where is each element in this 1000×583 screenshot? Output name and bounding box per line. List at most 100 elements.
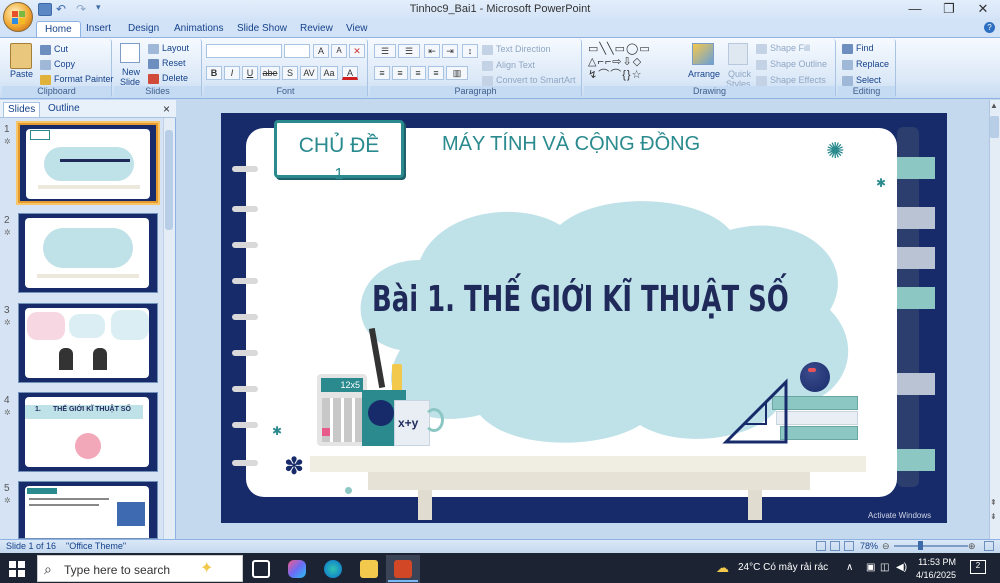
cut-button[interactable]: Cut [40,44,68,55]
task-view-icon[interactable] [252,560,270,578]
sorter-view-icon[interactable] [830,541,840,551]
bullets-icon[interactable]: ☰ [374,44,396,58]
underline-button[interactable]: U [242,66,258,80]
arrange-icon[interactable] [692,43,714,65]
tab-outline[interactable]: Outline [44,102,84,117]
thumb-number-1: 1 [4,124,10,135]
font-name-field[interactable] [206,44,282,58]
convert-smartart-button[interactable]: Convert to SmartArt [482,75,576,86]
shapes-gallery[interactable]: ▭╲╲▭◯▭ △⌐⌐⇨⇩◇ ↯⌒⌒{}☆ [588,43,680,83]
select-button[interactable]: Select [842,75,881,86]
restore-button[interactable]: ❐ [934,0,964,20]
notifications-icon[interactable]: 2 [970,560,986,574]
columns-icon[interactable]: ▥ [446,66,468,80]
zoom-out-icon[interactable]: ⊖ [882,541,890,552]
bold-button[interactable]: B [206,66,222,80]
layout-button[interactable]: Layout [148,43,189,54]
increase-indent-icon[interactable]: ⇥ [442,44,458,58]
edge-icon[interactable] [324,560,342,578]
copilot-icon[interactable] [288,560,306,578]
zoom-slider[interactable] [894,545,968,547]
tab-review[interactable]: Review [292,21,341,37]
tab-slides[interactable]: Slides [3,102,41,117]
slide-thumbnail-5[interactable] [18,481,158,539]
minimize-button[interactable]: — [900,0,930,20]
fit-window-icon[interactable] [984,541,994,551]
copy-button[interactable]: Copy [40,59,75,70]
shrink-font-button[interactable]: A [331,44,347,58]
shape-outline-button[interactable]: Shape Outline [756,59,827,70]
zoom-slider-thumb[interactable] [918,541,923,550]
clock-date[interactable]: 4/16/2025 [910,570,956,580]
new-slide-label[interactable]: New [122,67,140,77]
wifi-icon[interactable]: ◫ [880,562,889,573]
italic-button[interactable]: I [224,66,240,80]
font-size-field[interactable] [284,44,310,58]
tab-home[interactable]: Home [36,21,81,37]
shadow-button[interactable]: S [282,66,298,80]
normal-view-icon[interactable] [816,541,826,551]
weather-text[interactable]: 24°C Có mây rải rác [738,562,828,573]
network-icon[interactable]: ▣ [866,562,875,573]
quick-styles-button[interactable]: Quick [728,69,751,79]
quick-styles-icon[interactable] [728,43,748,65]
align-text-button[interactable]: Align Text [482,60,535,71]
strikethrough-button[interactable]: abe [260,66,280,80]
desk-leg [748,490,762,520]
shape-effects-button[interactable]: Shape Effects [756,75,826,86]
reset-button[interactable]: Reset [148,58,186,69]
find-button[interactable]: Find [842,43,874,54]
delete-button[interactable]: Delete [148,73,188,84]
vertical-scrollbar[interactable] [989,100,1000,540]
shape-fill-button[interactable]: Shape Fill [756,43,810,54]
prev-slide-icon[interactable]: ⇞ [990,498,997,507]
clock-time[interactable]: 11:53 PM [916,557,956,567]
replace-icon [842,59,853,70]
new-slide-icon[interactable] [120,43,140,63]
office-button[interactable] [3,2,33,32]
slide-thumbnail-3[interactable] [18,303,158,383]
scroll-up-icon[interactable]: ▲ [990,101,998,110]
change-case-button[interactable]: Aa [320,66,338,80]
numbering-icon[interactable]: ☰ [398,44,420,58]
tab-view[interactable]: View [338,21,376,37]
align-center-icon[interactable]: ≡ [392,66,408,80]
paste-icon[interactable] [10,43,32,69]
help-icon[interactable]: ? [984,22,995,33]
align-right-icon[interactable]: ≡ [410,66,426,80]
format-painter-button[interactable]: Format Painter [40,74,114,85]
windows-start-icon[interactable] [8,560,26,578]
thumbnails-scroll-thumb[interactable] [165,130,173,230]
tab-animations[interactable]: Animations [166,21,231,37]
replace-button[interactable]: Replace [842,59,889,70]
pane-close-icon[interactable]: × [163,102,170,116]
clear-format-icon[interactable]: ✕ [349,44,365,58]
grow-font-button[interactable]: A [313,44,329,58]
tab-slide-show[interactable]: Slide Show [229,21,295,37]
align-left-icon[interactable]: ≡ [374,66,390,80]
arrange-button[interactable]: Arrange [688,69,720,79]
slide-thumbnail-1[interactable] [18,123,158,203]
tab-design[interactable]: Design [120,21,167,37]
spacing-button[interactable]: AV [300,66,318,80]
vertical-scroll-thumb[interactable] [990,116,999,138]
next-slide-icon[interactable]: ⇟ [990,512,997,521]
decrease-indent-icon[interactable]: ⇤ [424,44,440,58]
line-spacing-icon[interactable]: ↕ [462,44,478,58]
close-button[interactable]: ✕ [968,0,998,20]
justify-icon[interactable]: ≡ [428,66,444,80]
volume-icon[interactable]: ◀) [896,562,907,573]
file-explorer-icon[interactable] [360,560,378,578]
zoom-level[interactable]: 78% [860,541,878,551]
search-highlight-icon[interactable]: ✦ [200,558,213,578]
ruler-triangle-icon [722,378,788,444]
tray-chevron-icon[interactable]: ∧ [846,562,853,573]
slideshow-view-icon[interactable] [844,541,854,551]
slide-thumbnail-4[interactable]: 1. THẾ GIỚI KĨ THUẬT SỐ [18,392,158,472]
slide-thumbnail-2[interactable] [18,213,158,293]
tab-insert[interactable]: Insert [78,21,119,37]
font-color-button[interactable]: A [342,66,358,80]
text-direction-button[interactable]: Text Direction [482,44,551,55]
zoom-in-icon[interactable]: ⊕ [968,541,976,552]
paste-button[interactable]: Paste [10,69,33,79]
